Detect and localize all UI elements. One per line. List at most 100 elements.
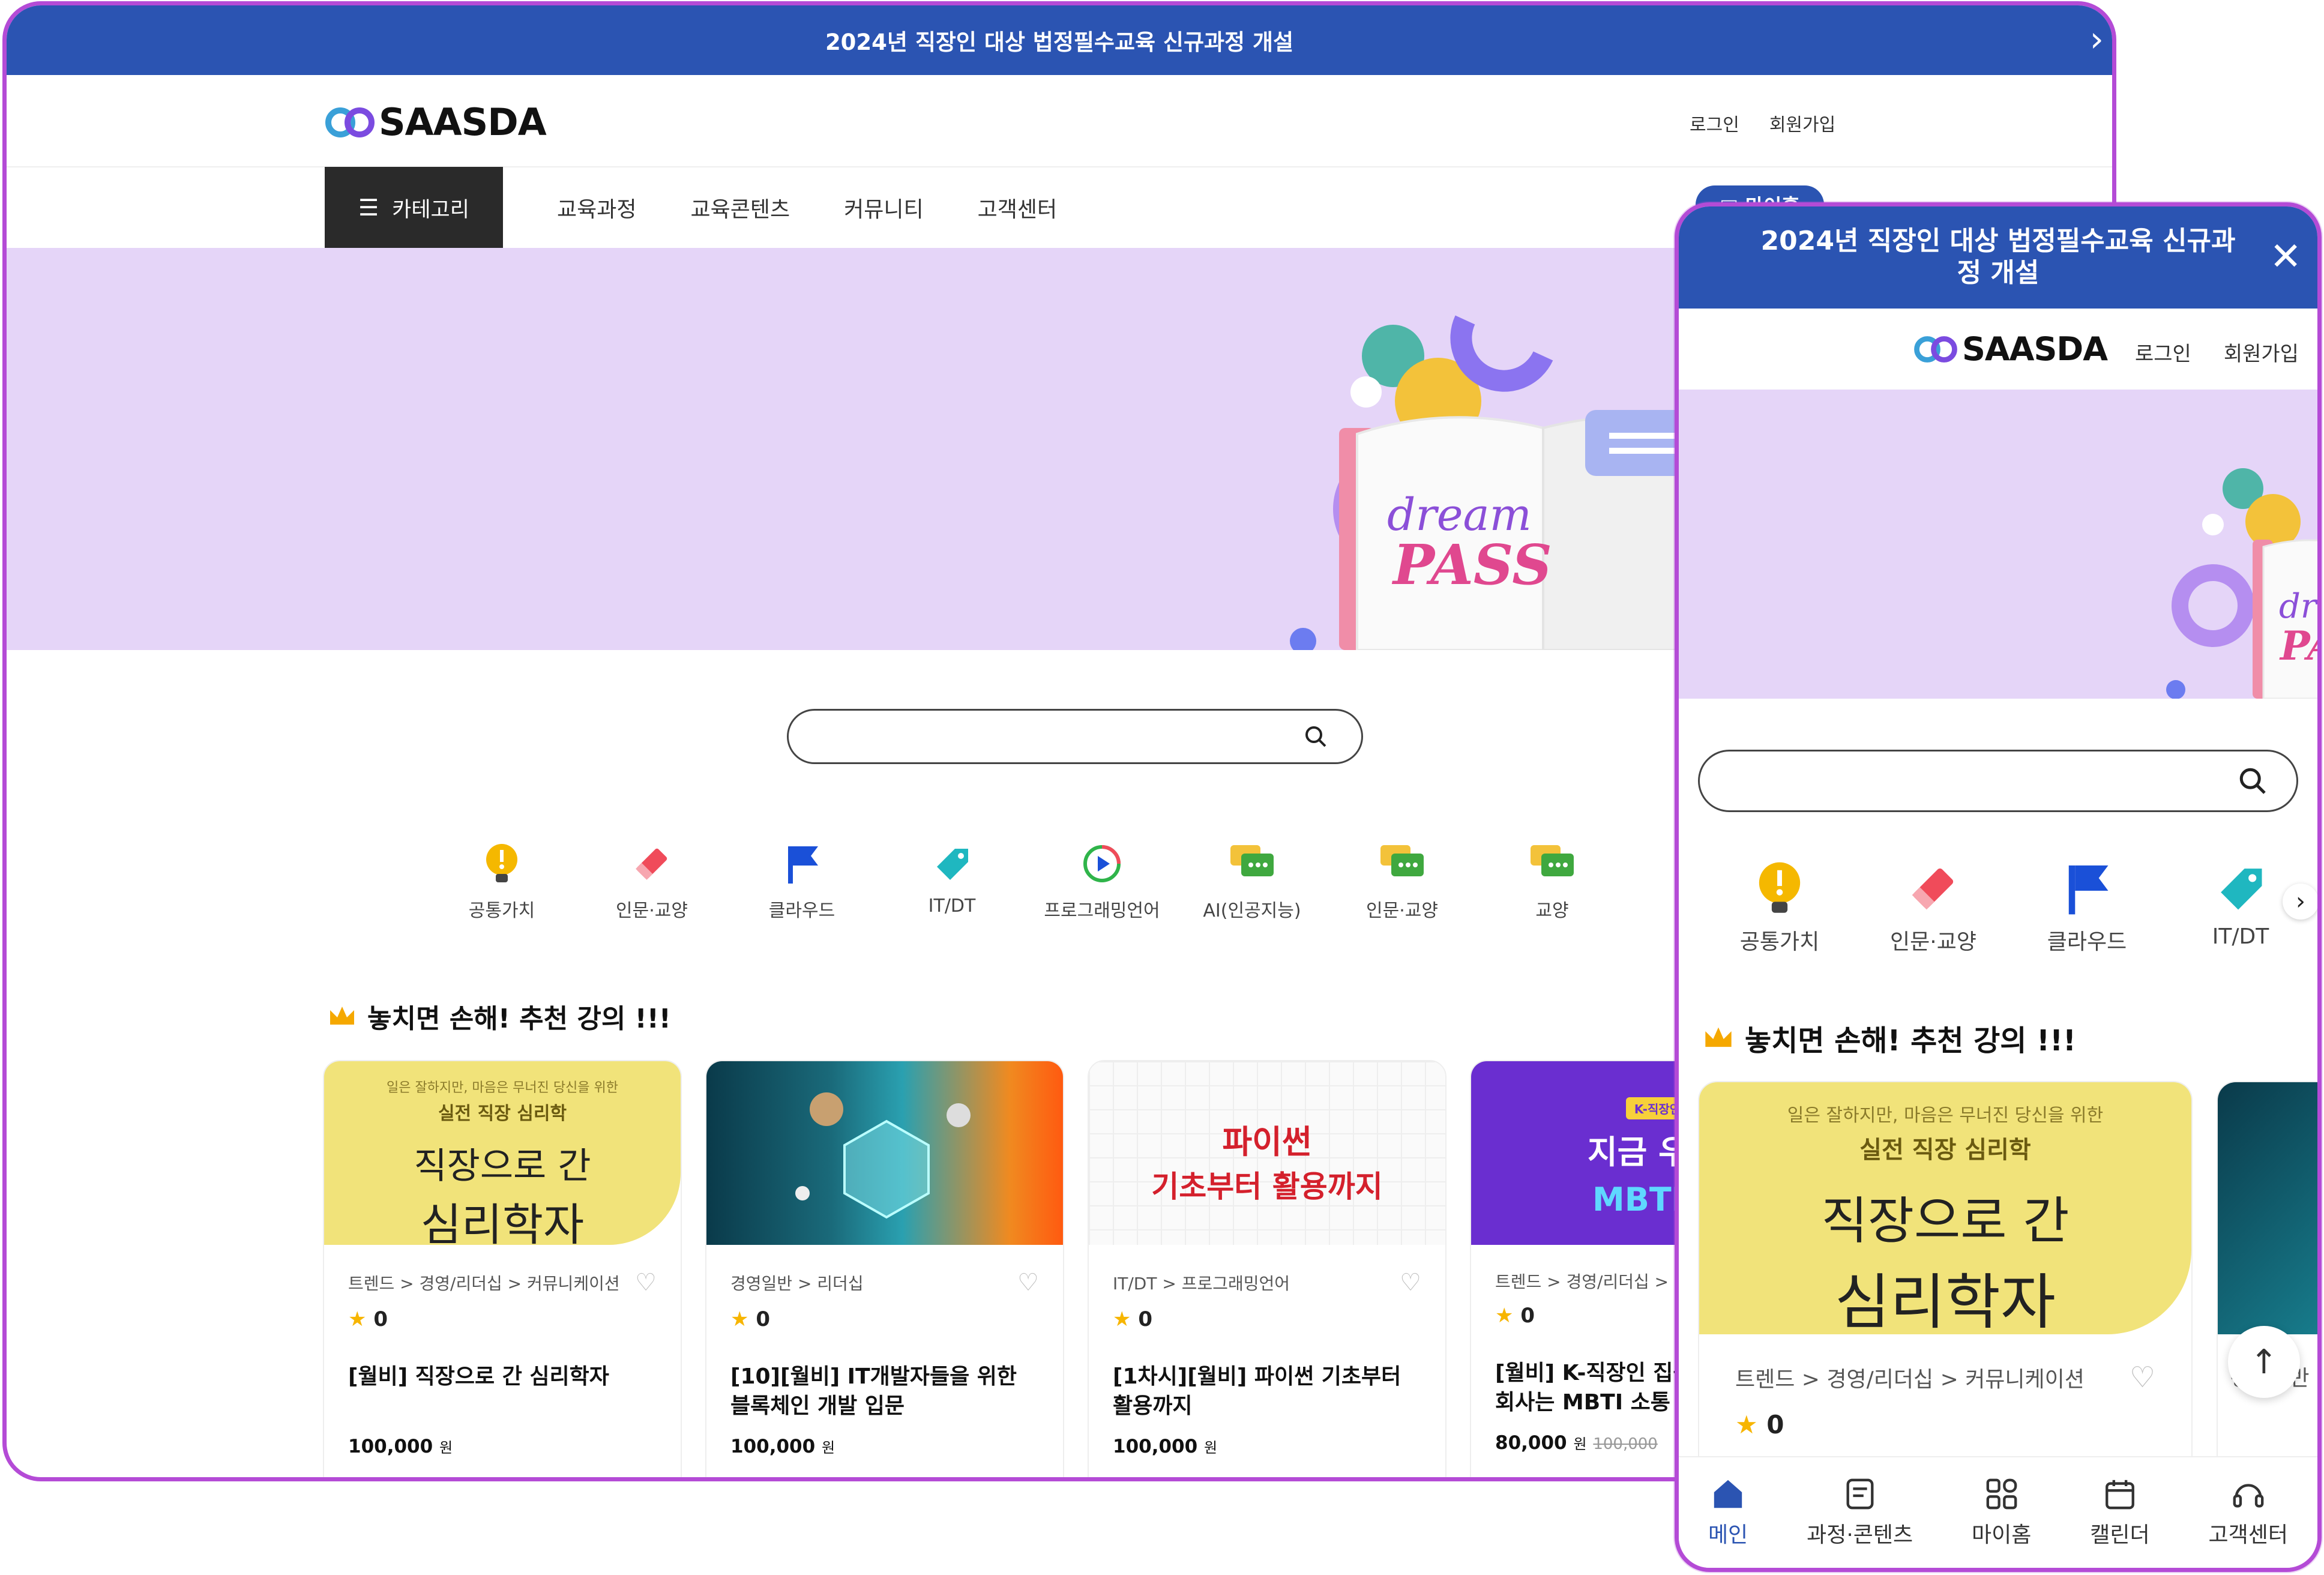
search-icon[interactable] (2238, 766, 2268, 796)
scroll-top-button[interactable]: ↑ (2228, 1326, 2300, 1398)
hero-art-pass: PASS (2279, 622, 2317, 669)
bottom-nav-calendar[interactable]: 캘린더 (2090, 1477, 2150, 1549)
course-card[interactable]: 파이썬 기초부터 활용까지 IT/DT > 프로그래밍언어 ♡ ★ 0 [1차시… (1088, 1060, 1446, 1477)
price-value: 100,000 (730, 1436, 816, 1457)
category-itdt[interactable]: IT/DT (877, 843, 1027, 922)
category-button[interactable]: ☰ 카테고리 (325, 167, 503, 248)
course-rating: ★ 0 (348, 1307, 657, 1331)
course-category-path: 트렌드 > 경영/리더십 > 커뮤니케이션 ♡ (1735, 1361, 2155, 1394)
category-label: 클라우드 (2047, 930, 2127, 954)
chat-bubble-icon (1230, 845, 1274, 876)
chat-bubble-icon (1380, 845, 1424, 876)
heart-icon[interactable]: ♡ (1017, 1269, 1039, 1296)
star-icon: ★ (348, 1307, 367, 1331)
login-link[interactable]: 로그인 (2135, 337, 2191, 367)
course-thumbnail: 일은 잘하지만, 마음은 무너진 당신을 위한 실전 직장 심리학 직장으로 간… (324, 1061, 681, 1245)
thumb-title-2: 심리학자 (1835, 1267, 2056, 1334)
category-common-value[interactable]: 공통가치 (427, 843, 577, 922)
bottom-nav-support[interactable]: 고객센터 (2209, 1477, 2288, 1549)
top-banner[interactable]: 2024년 직장인 대상 법정필수교육 신규과정 개설 › (7, 5, 2112, 75)
star-icon: ★ (1735, 1410, 1758, 1439)
calendar-icon (2106, 1480, 2134, 1510)
heart-icon[interactable]: ♡ (2130, 1361, 2155, 1394)
nav-item-courses[interactable]: 교육과정 (557, 192, 636, 223)
price-unit: 원 (1204, 1439, 1218, 1456)
thumb-subtitle-2: 실전 직장 심리학 (1859, 1136, 2031, 1164)
thumb-subtitle-2: 실전 직장 심리학 (438, 1103, 567, 1124)
category-next-icon[interactable]: › (2283, 884, 2317, 920)
category-label: 공통가치 (468, 900, 535, 921)
thumb-title-2: 심리학자 (420, 1199, 585, 1245)
logo-mark-icon (325, 107, 375, 137)
play-circle-icon (1083, 845, 1121, 882)
login-link[interactable]: 로그인 (1690, 110, 1739, 136)
grid-icon (1986, 1478, 2017, 1510)
hero-book-illustration: dream PASS (2166, 468, 2317, 699)
category-label: 인문·교양 (1890, 930, 1976, 954)
heart-icon[interactable]: ♡ (635, 1269, 657, 1296)
mobile-logo[interactable]: SAASDA (1913, 330, 2108, 368)
logo-text: SAASDA (1962, 330, 2108, 368)
category-programming[interactable]: 프로그래밍언어 (1027, 843, 1177, 922)
lightbulb-icon (486, 844, 517, 882)
logo[interactable]: SAASDA (325, 100, 547, 144)
mobile-search-bar[interactable] (1698, 750, 2298, 812)
mobile-section-title: 놓치면 손해! 추천 강의 !!! (1703, 1017, 2076, 1059)
category-culture[interactable]: 교양 (1477, 843, 1627, 922)
tag-icon (2221, 869, 2262, 910)
mobile-auth-links: 로그인 회원가입 (2135, 337, 2299, 367)
banner-next-icon[interactable]: › (2090, 21, 2104, 57)
bottom-nav-label: 메인 (1708, 1523, 1748, 1547)
bottom-nav-label: 마이홈 (1972, 1523, 2032, 1547)
headset-icon (2233, 1484, 2264, 1508)
category-humanities-2[interactable]: 인문·교양 (1327, 843, 1477, 922)
close-icon[interactable]: ✕ (2269, 234, 2302, 280)
mobile-hero-banner[interactable]: dream PASS (1679, 390, 2317, 699)
course-path-text: IT/DT > 프로그래밍언어 (1113, 1274, 1290, 1293)
mobile-category-row: 공통가치 인문·교양 클라우드 IT/DT (1703, 861, 2317, 956)
heart-icon[interactable]: ♡ (1400, 1269, 1421, 1296)
bottom-nav-label: 캘린더 (2090, 1523, 2150, 1547)
course-card[interactable]: 경영일반 > 리더십 ♡ ★ 0 [10][월비] IT개발자들을 위한 블록체… (705, 1060, 1064, 1477)
auth-links: 로그인 회원가입 (1690, 110, 1835, 136)
course-rating: ★ 0 (1113, 1307, 1421, 1331)
category-humanities[interactable]: 인문·교양 (1856, 861, 2010, 956)
course-card[interactable]: 일은 잘하지만, 마음은 무너진 당신을 위한 실전 직장 심리학 직장으로 간… (323, 1060, 682, 1477)
search-icon[interactable] (1304, 724, 1328, 748)
hero-art-pass: PASS (1391, 532, 1552, 597)
star-icon: ★ (1495, 1304, 1514, 1328)
nav-item-contents[interactable]: 교육콘텐츠 (690, 192, 790, 223)
logo-mark-icon (1914, 336, 1957, 363)
category-label: 클라우드 (768, 900, 835, 921)
category-cloud[interactable]: 클라우드 (2010, 861, 2164, 956)
bottom-nav-main[interactable]: 메인 (1708, 1477, 1748, 1549)
nav-item-community[interactable]: 커뮤니티 (844, 192, 923, 223)
course-thumbnail (706, 1061, 1063, 1245)
search-bar[interactable] (787, 709, 1363, 764)
course-category-path: IT/DT > 프로그래밍언어 ♡ (1113, 1269, 1421, 1296)
category-cloud[interactable]: 클라우드 (727, 843, 877, 922)
signup-link[interactable]: 회원가입 (2224, 337, 2299, 367)
header: SAASDA 로그인 회원가입 (7, 75, 2112, 166)
nav-item-support[interactable]: 고객센터 (978, 192, 1057, 223)
course-title: [1차시][월비] 파이썬 기초부터 활용까지 (1113, 1364, 1401, 1418)
mobile-top-banner[interactable]: 2024년 직장인 대상 법정필수교육 신규과정 개설 ✕ (1679, 206, 2317, 309)
section-title: 놓치면 손해! 추천 강의 !!! (328, 997, 671, 1035)
bottom-nav-myhome[interactable]: 마이홈 (1972, 1477, 2031, 1549)
mobile-course-card[interactable]: 경영일반 (2217, 1081, 2317, 1501)
hero-art-dream: dream (2279, 587, 2317, 626)
category-label: AI(인공지능) (1203, 900, 1301, 921)
category-ai[interactable]: AI(인공지능) (1177, 843, 1327, 922)
course-price: 100,000 원 (348, 1436, 657, 1457)
bottom-nav-courses[interactable]: 과정·콘텐츠 (1807, 1477, 1913, 1549)
price-value: 80,000 (1495, 1432, 1567, 1454)
course-rating: ★ 0 (730, 1307, 1039, 1331)
thumb-title-1: 직장으로 간 (1821, 1191, 2070, 1250)
mobile-course-card[interactable]: 일은 잘하지만, 마음은 무너진 당신을 위한 실전 직장 심리학 직장으로 간… (1698, 1081, 2193, 1501)
course-title: [10][월비] IT개발자들을 위한 블록체인 개발 입문 (730, 1364, 1017, 1418)
course-price: 100,000 원 (1113, 1436, 1421, 1457)
category-common-value[interactable]: 공통가치 (1703, 861, 1856, 956)
price-value: 100,000 (1113, 1436, 1198, 1457)
signup-link[interactable]: 회원가입 (1769, 110, 1835, 136)
category-humanities[interactable]: 인문·교양 (577, 843, 727, 922)
